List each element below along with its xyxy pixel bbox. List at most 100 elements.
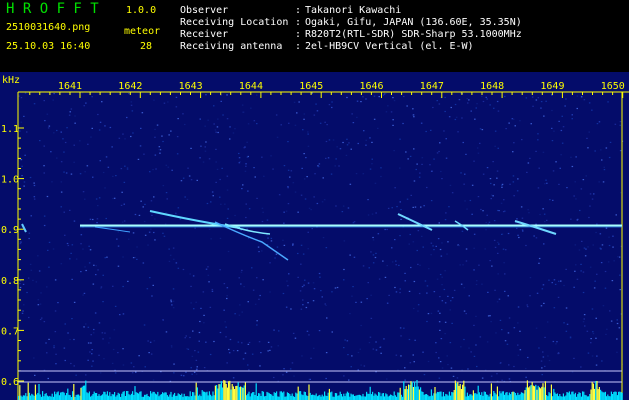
noise-dot (294, 191, 297, 193)
noise-dot (43, 145, 45, 147)
level-bar (268, 393, 270, 400)
noise-dot (303, 118, 305, 120)
noise-dot (73, 301, 76, 303)
noise-dot (66, 242, 69, 245)
noise-dot (393, 150, 395, 152)
noise-dot (182, 177, 185, 179)
level-bar (610, 391, 612, 400)
noise-dot (414, 206, 417, 208)
level-bar (176, 395, 178, 400)
noise-dot (342, 141, 344, 144)
noise-dot (258, 251, 260, 253)
level-bar (367, 393, 369, 400)
level-bar (378, 392, 380, 400)
noise-dot (69, 209, 71, 211)
level-bar (55, 394, 57, 400)
level-bar (26, 396, 28, 400)
noise-dot (122, 364, 125, 366)
noise-dot (287, 169, 290, 171)
level-bar (547, 396, 549, 400)
noise-dot (325, 352, 328, 354)
level-bar (480, 394, 482, 400)
noise-dot (90, 136, 92, 138)
noise-dot (53, 132, 55, 134)
level-bar (177, 393, 179, 400)
noise-dot (369, 168, 372, 170)
noise-dot (499, 319, 502, 321)
noise-dot (32, 279, 34, 281)
noise-dot (101, 332, 104, 334)
noise-dot (184, 123, 186, 126)
level-bar (334, 393, 336, 400)
noise-dot (467, 102, 469, 104)
noise-dot (542, 284, 545, 286)
noise-dot (256, 320, 258, 322)
noise-dot (194, 227, 196, 229)
noise-dot (274, 257, 276, 259)
level-bar (24, 395, 26, 400)
noise-dot (319, 122, 322, 124)
level-bar (19, 385, 21, 400)
level-bar (68, 394, 70, 400)
level-bar (246, 395, 248, 400)
noise-dot (386, 228, 388, 231)
noise-dot (535, 237, 538, 239)
noise-dot (202, 291, 205, 293)
noise-dot (430, 254, 432, 256)
level-bar (589, 394, 591, 400)
noise-dot (375, 252, 377, 254)
noise-dot (168, 248, 170, 250)
noise-dot (513, 365, 515, 368)
noise-dot (132, 232, 135, 234)
noise-dot (153, 99, 155, 101)
noise-dot (420, 206, 422, 208)
noise-dot (243, 147, 245, 149)
noise-dot (172, 247, 175, 249)
noise-dot (74, 122, 76, 124)
level-bar (553, 388, 555, 400)
level-bar (72, 391, 74, 400)
noise-dot (204, 125, 206, 127)
level-bar (116, 395, 118, 400)
noise-dot (494, 130, 497, 132)
level-bar (483, 391, 485, 400)
noise-dot (477, 196, 480, 198)
level-bar (57, 391, 59, 400)
level-bar (595, 381, 597, 400)
noise-dot (46, 286, 48, 288)
noise-dot (294, 124, 297, 126)
noise-dot (258, 298, 260, 300)
noise-dot (51, 181, 53, 183)
noise-dot (254, 176, 256, 178)
noise-dot (595, 231, 597, 234)
noise-dot (496, 170, 499, 172)
noise-dot (44, 120, 46, 122)
level-bar (237, 382, 239, 400)
noise-dot (149, 171, 151, 173)
noise-dot (263, 175, 265, 177)
level-bar (308, 384, 310, 400)
y-tick-label: 0.6 (1, 377, 19, 388)
level-bar (366, 391, 368, 400)
level-bar (145, 394, 147, 400)
noise-dot (370, 317, 373, 319)
level-bar (211, 396, 213, 400)
noise-dot (232, 350, 235, 352)
noise-dot (353, 221, 356, 223)
level-bar (312, 394, 314, 400)
noise-dot (243, 286, 245, 288)
noise-dot (362, 96, 364, 98)
noise-dot (253, 120, 256, 122)
level-bar (453, 390, 455, 400)
level-bar (490, 383, 492, 400)
noise-dot (436, 100, 438, 102)
noise-dot (39, 318, 42, 321)
noise-dot (438, 321, 441, 323)
level-bar (84, 385, 86, 400)
noise-dot (227, 208, 229, 210)
noise-dot (19, 243, 22, 245)
noise-dot (462, 141, 464, 144)
noise-dot (371, 213, 374, 215)
noise-dot (468, 295, 470, 297)
noise-dot (326, 124, 328, 126)
